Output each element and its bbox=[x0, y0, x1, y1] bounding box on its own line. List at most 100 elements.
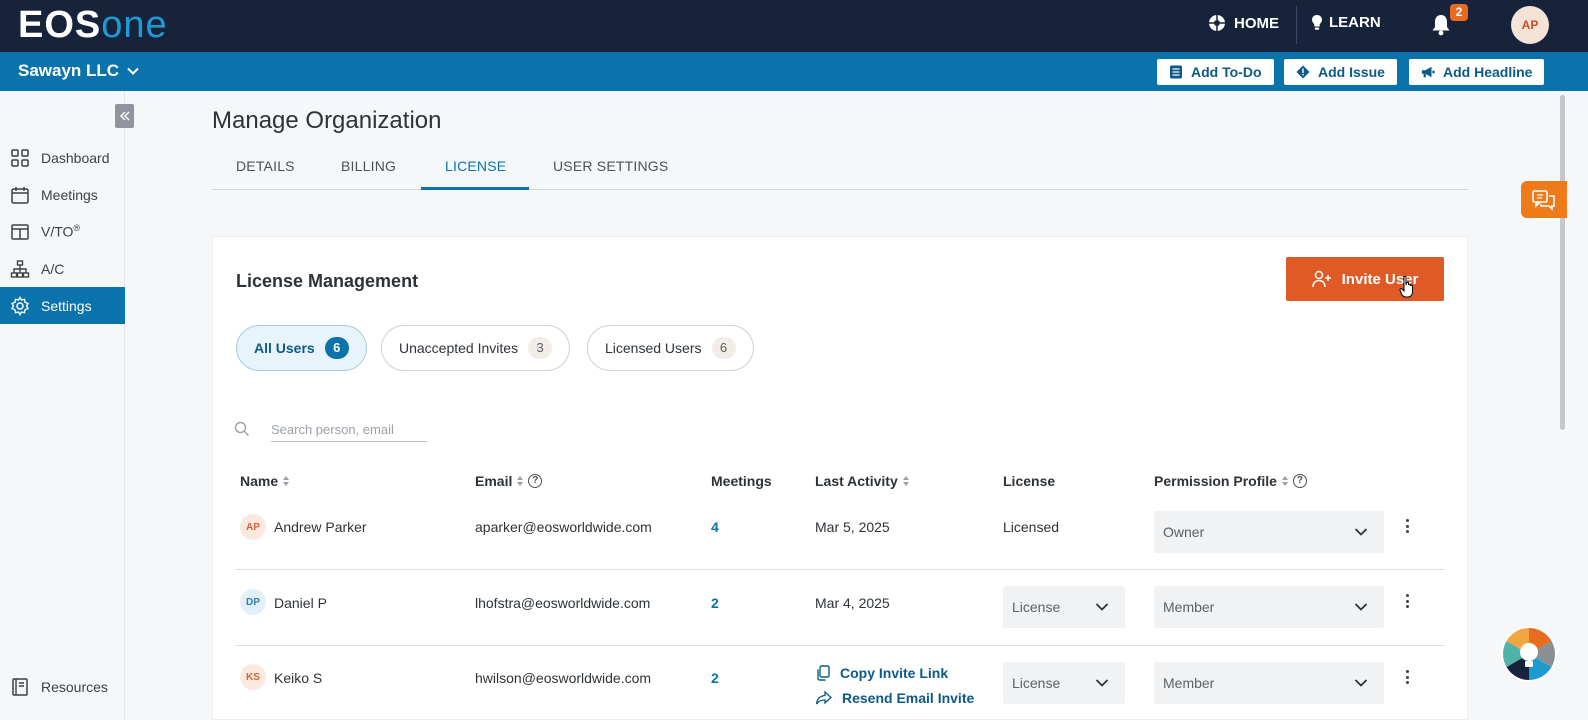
filter-count-badge: 3 bbox=[528, 337, 553, 359]
eos-one-logo[interactable]: EOS one bbox=[18, 4, 168, 46]
top-navigation-bar: EOS one HOME LEARN 2 AP bbox=[0, 0, 1588, 52]
column-header-email[interactable]: Email ? bbox=[475, 473, 543, 489]
sort-icon bbox=[517, 476, 524, 486]
user-name: Daniel P bbox=[274, 595, 327, 611]
sidebar-item-dashboard[interactable]: Dashboard bbox=[0, 139, 125, 176]
filter-label: All Users bbox=[254, 340, 315, 356]
permission-profile-select[interactable]: Owner bbox=[1154, 511, 1384, 553]
add-issue-button[interactable]: Add Issue bbox=[1284, 59, 1397, 85]
meetings-count-link[interactable]: 2 bbox=[711, 670, 719, 686]
row-actions-menu-icon[interactable] bbox=[1402, 517, 1412, 535]
column-header-label: Name bbox=[240, 473, 279, 489]
column-header-meetings: Meetings bbox=[711, 473, 772, 489]
select-value: Owner bbox=[1163, 524, 1205, 540]
share-arrow-icon bbox=[815, 690, 832, 705]
row-actions-menu-icon[interactable] bbox=[1402, 592, 1412, 610]
tab-license[interactable]: LICENSE bbox=[445, 158, 506, 174]
last-activity: Mar 4, 2025 bbox=[815, 595, 890, 611]
column-header-permission-profile[interactable]: Permission Profile ? bbox=[1154, 473, 1307, 489]
organization-name: Sawayn LLC bbox=[18, 61, 120, 80]
add-issue-label: Add Issue bbox=[1318, 64, 1385, 80]
copy-invite-label: Copy Invite Link bbox=[840, 665, 949, 681]
sort-icon bbox=[902, 476, 909, 486]
column-header-label: Meetings bbox=[711, 473, 772, 489]
todo-list-icon bbox=[1170, 65, 1182, 79]
chevron-down-icon bbox=[1354, 603, 1368, 611]
chat-bubbles-icon bbox=[1532, 189, 1555, 211]
filter-all-users[interactable]: All Users 6 bbox=[236, 325, 367, 371]
filter-count-badge: 6 bbox=[324, 337, 349, 359]
license-status: Licensed bbox=[1003, 519, 1060, 535]
copy-icon bbox=[817, 665, 830, 681]
logo-accent-text: one bbox=[101, 3, 168, 46]
sidebar-item-meetings[interactable]: Meetings bbox=[0, 176, 125, 213]
filter-licensed-users[interactable]: Licensed Users 6 bbox=[587, 325, 754, 371]
filter-unaccepted-invites[interactable]: Unaccepted Invites 3 bbox=[381, 325, 571, 371]
user-initials-avatar: AP bbox=[240, 514, 266, 540]
active-tab-indicator bbox=[421, 187, 529, 190]
sort-icon bbox=[283, 476, 290, 486]
search-icon bbox=[234, 421, 249, 436]
hand-cursor-icon bbox=[1399, 275, 1413, 298]
add-headline-label: Add Headline bbox=[1443, 64, 1533, 80]
user-avatar[interactable]: AP bbox=[1511, 6, 1549, 44]
sidebar-item-vto[interactable]: V/TO® bbox=[0, 213, 125, 250]
resend-invite-label: Resend Email Invite bbox=[842, 690, 975, 706]
nav-divider bbox=[1296, 6, 1297, 44]
add-todo-button[interactable]: Add To-Do bbox=[1157, 59, 1274, 85]
layout-icon bbox=[11, 223, 29, 240]
filter-label: Licensed Users bbox=[605, 340, 702, 356]
grid-icon bbox=[11, 148, 29, 167]
sidebar-item-resources[interactable]: Resources bbox=[0, 668, 125, 705]
help-icon[interactable]: ? bbox=[528, 474, 543, 488]
select-value: Member bbox=[1163, 675, 1215, 691]
collapse-sidebar-button[interactable] bbox=[115, 104, 134, 128]
org-chart-icon bbox=[10, 259, 30, 278]
sidebar-item-settings[interactable]: Settings bbox=[0, 287, 125, 324]
license-select[interactable]: License bbox=[1003, 662, 1125, 704]
eos-model-icon bbox=[1209, 15, 1225, 31]
resend-email-invite-link[interactable]: Resend Email Invite bbox=[815, 690, 974, 706]
help-icon[interactable]: ? bbox=[1292, 474, 1307, 488]
organization-switcher[interactable]: Sawayn LLC bbox=[18, 61, 139, 81]
learn-nav-link[interactable]: LEARN bbox=[1311, 14, 1381, 31]
column-header-label: License bbox=[1003, 473, 1056, 489]
home-nav-link[interactable]: HOME bbox=[1208, 14, 1279, 32]
meetings-count-link[interactable]: 4 bbox=[711, 519, 719, 535]
sidebar-item-ac[interactable]: A/C bbox=[0, 250, 125, 287]
permission-profile-select[interactable]: Member bbox=[1154, 586, 1384, 628]
column-header-label: Last Activity bbox=[815, 473, 898, 489]
organization-bar: Sawayn LLC Add To-Do Add Issue Add Headl… bbox=[0, 52, 1588, 91]
filter-count-badge: 6 bbox=[711, 337, 736, 359]
column-header-name[interactable]: Name bbox=[240, 473, 290, 489]
learn-label: LEARN bbox=[1329, 14, 1381, 31]
eos-help-widget-icon[interactable] bbox=[1500, 625, 1558, 683]
user-email: lhofstra@eosworldwide.com bbox=[475, 595, 651, 611]
license-select[interactable]: License bbox=[1003, 586, 1125, 628]
meetings-count-link[interactable]: 2 bbox=[711, 595, 719, 611]
permission-profile-select[interactable]: Member bbox=[1154, 662, 1384, 704]
copy-invite-link[interactable]: Copy Invite Link bbox=[815, 665, 948, 681]
select-value: License bbox=[1012, 675, 1061, 691]
page-scrollbar[interactable] bbox=[1560, 95, 1565, 430]
tab-billing[interactable]: BILLING bbox=[341, 158, 396, 174]
filter-label: Unaccepted Invites bbox=[399, 340, 519, 356]
lightbulb-icon bbox=[1312, 15, 1322, 30]
last-activity: Mar 5, 2025 bbox=[815, 519, 890, 535]
sidebar-item-label: Resources bbox=[41, 678, 108, 695]
select-value: Member bbox=[1163, 599, 1215, 615]
user-email: aparker@eosworldwide.com bbox=[475, 519, 652, 535]
tab-details[interactable]: DETAILS bbox=[236, 158, 295, 174]
row-actions-menu-icon[interactable] bbox=[1402, 668, 1412, 686]
add-headline-button[interactable]: Add Headline bbox=[1409, 59, 1545, 85]
chevron-down-icon bbox=[1354, 528, 1368, 536]
select-value: License bbox=[1012, 599, 1061, 615]
feedback-button[interactable] bbox=[1521, 181, 1567, 218]
user-initials-avatar: DP bbox=[240, 589, 266, 615]
license-management-title: License Management bbox=[236, 271, 419, 291]
column-header-last-activity[interactable]: Last Activity bbox=[815, 473, 910, 489]
invite-user-button[interactable]: Invite User bbox=[1286, 257, 1444, 301]
search-person-email-input[interactable] bbox=[271, 418, 427, 442]
tab-user-settings[interactable]: USER SETTINGS bbox=[553, 158, 668, 174]
user-name: Andrew Parker bbox=[274, 519, 367, 535]
